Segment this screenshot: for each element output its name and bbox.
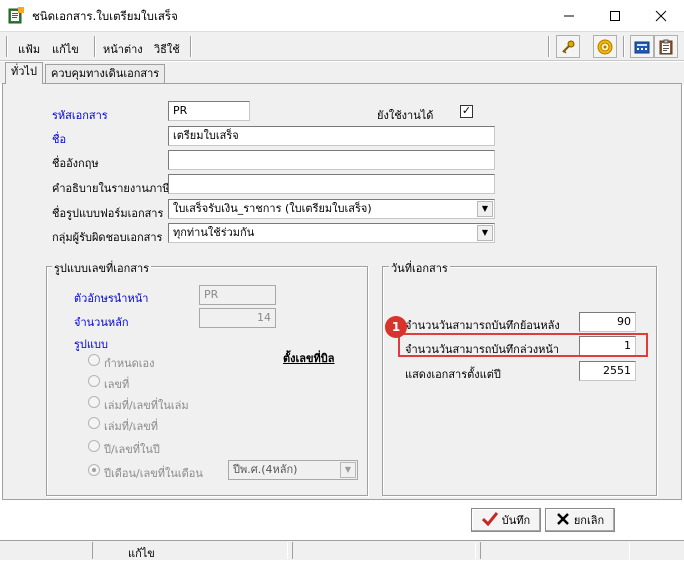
format-label: รูปแบบ [74, 338, 108, 351]
title-bar: ชนิดเอกสาร.ใบเตรียมใบเสร็จ [0, 0, 684, 31]
chevron-down-icon[interactable]: ▼ [477, 225, 493, 241]
tab-general[interactable]: ทั่วไป [5, 62, 43, 84]
backdate-input[interactable]: 90 [579, 312, 636, 332]
status-mode-text: แก้ไข [128, 547, 155, 560]
responsible-group-select[interactable]: ทุกท่านใช้ร่วมกัน ▼ [168, 223, 495, 243]
menu-separator [190, 36, 192, 57]
close-icon [556, 512, 570, 529]
menu-window[interactable]: หน้าต่าง [103, 40, 143, 58]
name-en-input[interactable] [168, 150, 495, 170]
backdate-label: จำนวนวันสามารถบันทึกย้อนหลัง [405, 319, 560, 332]
radio-number-label: เลขที่ [104, 378, 130, 391]
radio-book-number[interactable] [88, 417, 100, 429]
radio-yearmonth-number[interactable] [88, 464, 100, 476]
status-panel-mode [92, 542, 288, 559]
tax-desc-label: คำอธิบายในรายงานภาษี [52, 182, 170, 195]
active-label: ยังใช้งานได้ [377, 109, 434, 122]
menu-help[interactable]: วิธีใช้ [154, 40, 180, 58]
digits-input[interactable]: 14 [199, 308, 276, 328]
name-en-label: ชื่ออังกฤษ [52, 157, 99, 170]
form-name-label: ชื่อรูปแบบฟอร์มเอกสาร [52, 207, 164, 220]
show-from-year-label: แสดงเอกสารตั้งแต่ปี [405, 368, 501, 381]
chevron-down-icon[interactable]: ▼ [340, 462, 356, 478]
active-checkbox[interactable]: ✓ [460, 105, 473, 118]
set-number-link[interactable]: ตั้งเลขที่บิล [283, 349, 335, 367]
menu-separator [6, 36, 8, 57]
name-input[interactable]: เตรียมใบเสร็จ [168, 126, 495, 146]
doc-date-group-title: วันที่เอกสาร [389, 259, 450, 277]
prefix-label: ตัวอักษรนำหน้า [74, 292, 149, 305]
show-from-year-input[interactable]: 2551 [579, 361, 636, 381]
close-button[interactable] [638, 0, 684, 31]
minimize-button[interactable] [546, 0, 592, 31]
cancel-button[interactable]: ยกเลิก [545, 508, 615, 532]
form-name-select[interactable]: ใบเสร็จรับเงิน_ราชการ (ใบเตรียมใบเสร็จ) … [168, 199, 495, 219]
tax-desc-input[interactable] [168, 174, 495, 194]
toolbar-separator [548, 36, 550, 57]
radio-book-number-label: เล่มที่/เลขที่ [104, 420, 158, 433]
key-icon[interactable] [556, 35, 580, 58]
target-icon[interactable] [593, 35, 617, 58]
radio-year-number[interactable] [88, 440, 100, 452]
annotation-marker: 1 [385, 316, 407, 338]
radio-number[interactable] [88, 375, 100, 387]
radio-year-number-label: ปี/เลขที่ในปี [104, 443, 160, 456]
menu-separator [94, 36, 96, 57]
maximize-button[interactable] [592, 0, 638, 31]
cancel-button-label: ยกเลิก [573, 514, 605, 527]
year-format-value: ปีพ.ศ.(4หลัก) [233, 463, 298, 476]
app-document-icon [8, 7, 25, 24]
toolbar-separator [623, 36, 625, 57]
form-name-value: ใบเสร็จรับเงิน_ราชการ (ใบเตรียมใบเสร็จ) [173, 202, 372, 215]
numbering-group-title: รูปแบบเลขที่เอกสาร [52, 259, 152, 277]
radio-yearmonth-number-label: ปีเดือน/เลขที่ในเดือน [104, 467, 203, 480]
radio-custom-label: กำหนดเอง [104, 357, 155, 370]
calculator-icon[interactable] [630, 35, 654, 58]
menu-file[interactable]: แฟ้ม [18, 40, 40, 58]
status-panel [292, 542, 476, 559]
annotation-highlight-box [398, 333, 648, 357]
window-title: ชนิดเอกสาร.ใบเตรียมใบเสร็จ [32, 9, 178, 23]
year-format-select[interactable]: ปีพ.ศ.(4หลัก) ▼ [228, 460, 358, 480]
responsible-group-value: ทุกท่านใช้ร่วมกัน [173, 226, 255, 239]
radio-book-number-in-book-label: เล่มที่/เลขที่ในเล่ม [104, 399, 189, 412]
chevron-down-icon[interactable]: ▼ [477, 201, 493, 217]
doc-code-label: รหัสเอกสาร [52, 109, 108, 122]
menu-edit[interactable]: แก้ไข [52, 40, 79, 58]
menu-bar: แฟ้ม แก้ไข หน้าต่าง วิธีใช้ [0, 31, 684, 61]
save-button[interactable]: บันทึก [471, 508, 541, 532]
digits-label: จำนวนหลัก [74, 316, 129, 329]
save-button-label: บันทึก [501, 514, 531, 527]
tab-document-flow[interactable]: ควบคุมทางเดินเอกสาร [45, 64, 166, 83]
responsible-group-label: กลุ่มผู้รับผิดชอบเอกสาร [52, 231, 163, 244]
name-label: ชื่อ [52, 133, 67, 146]
prefix-input[interactable]: PR [199, 285, 276, 305]
checkmark-icon [481, 511, 498, 529]
clipboard-icon[interactable] [654, 35, 678, 58]
status-panel [480, 542, 630, 559]
doc-code-input[interactable]: PR [168, 101, 250, 121]
radio-book-number-in-book[interactable] [88, 396, 100, 408]
radio-custom[interactable] [88, 354, 100, 366]
